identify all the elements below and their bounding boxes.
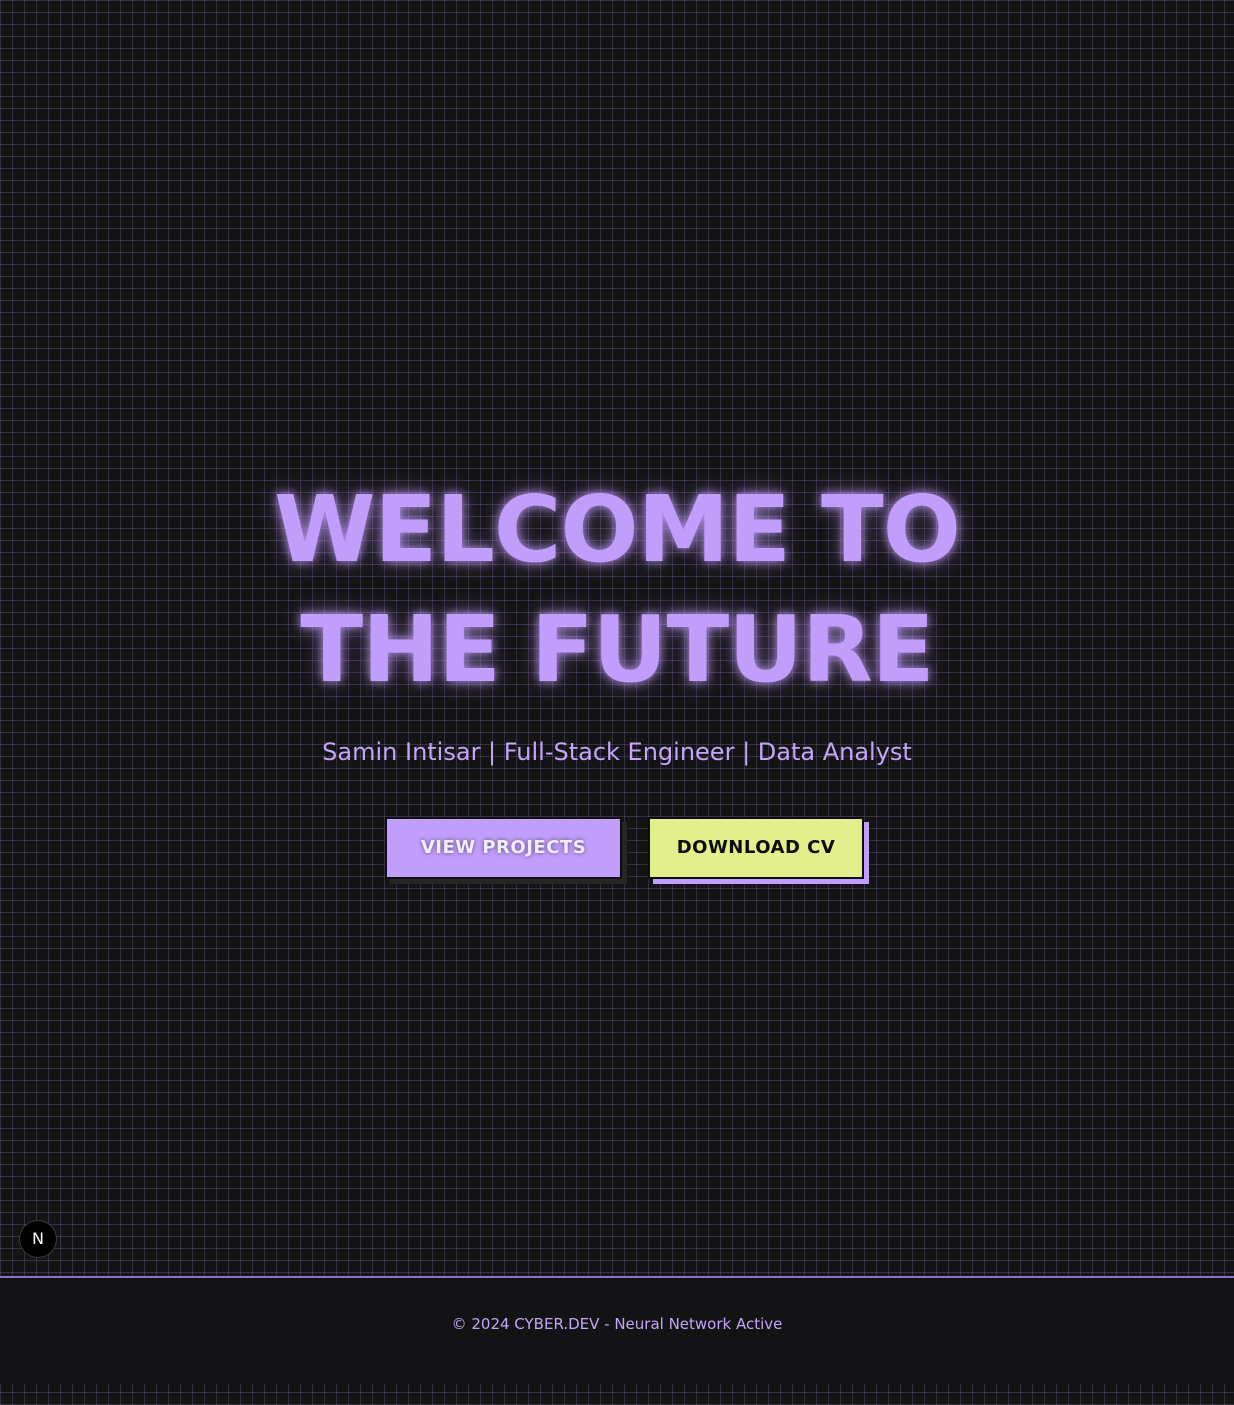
hero-title-line-1: WELCOME TO (273, 476, 961, 583)
hero-section: WELCOME TO THE FUTURE Samin Intisar | Fu… (0, 0, 1234, 1276)
footer: © 2024 CYBER.DEV - Neural Network Active (0, 1276, 1234, 1384)
hero-title: WELCOME TO THE FUTURE (0, 470, 1234, 710)
view-projects-button[interactable]: VIEW PROJECTS (385, 817, 622, 879)
badge-letter: N (32, 1229, 44, 1248)
nextjs-logo-icon[interactable]: N (20, 1221, 56, 1257)
download-cv-button[interactable]: DOWNLOAD CV (648, 817, 864, 879)
footer-copyright: © 2024 CYBER.DEV - Neural Network Active (451, 1315, 783, 1333)
hero-title-line-2: THE FUTURE (300, 596, 934, 703)
hero-subtitle: Samin Intisar | Full-Stack Engineer | Da… (322, 738, 912, 766)
